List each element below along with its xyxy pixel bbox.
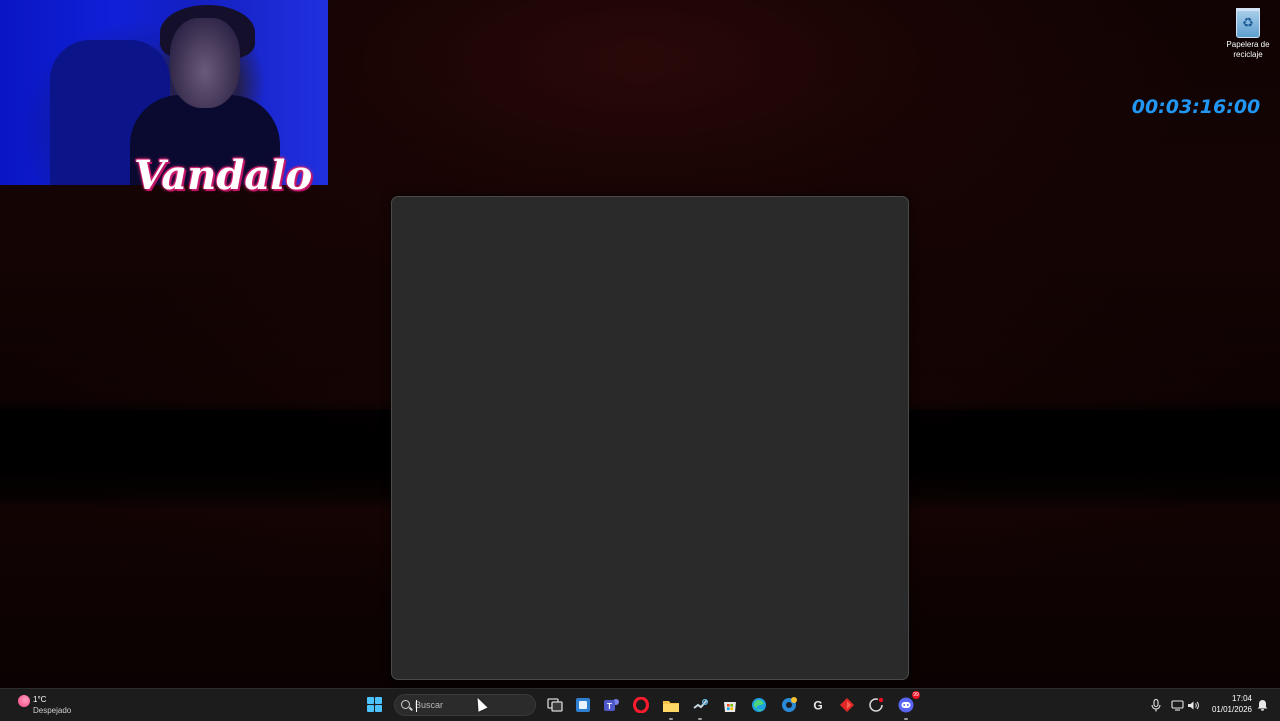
system-clock[interactable]: 17:04 01/01/2026 xyxy=(1204,693,1252,715)
widgets-button[interactable] xyxy=(572,694,594,716)
start-menu-panel xyxy=(391,196,909,680)
steam-button[interactable] xyxy=(689,694,711,720)
weather-condition: Despejado xyxy=(33,706,72,715)
volume-icon[interactable] xyxy=(1186,698,1200,712)
task-view-icon xyxy=(547,698,563,712)
teams-icon: T xyxy=(604,699,619,711)
recycle-bin-shortcut[interactable]: Papelera de reciclaje xyxy=(1222,4,1274,60)
diamond-app-button[interactable] xyxy=(836,694,858,716)
recycle-bin-label-line1: Papelera de xyxy=(1226,40,1270,49)
store-icon xyxy=(724,702,736,712)
file-explorer-button[interactable] xyxy=(660,694,682,720)
recycle-bin-icon xyxy=(1236,8,1260,38)
svg-text:T: T xyxy=(607,702,612,711)
recycle-bin-label-line2: reciclaje xyxy=(1233,50,1263,59)
start-button[interactable] xyxy=(364,694,386,716)
svg-text:G: G xyxy=(813,699,822,713)
edge-beta-icon xyxy=(782,697,797,712)
discord-button[interactable]: 99 xyxy=(895,691,920,720)
diamond-app-icon xyxy=(840,698,854,712)
circle-app-icon xyxy=(869,697,884,712)
task-view-button[interactable] xyxy=(544,694,566,716)
microphone-icon[interactable] xyxy=(1149,698,1163,712)
taskbar-search-box[interactable] xyxy=(394,694,536,716)
g-app-button[interactable]: G xyxy=(807,694,829,716)
microsoft-store-button[interactable] xyxy=(719,694,741,716)
discord-icon xyxy=(898,697,914,713)
weather-temperature: 1°C xyxy=(33,695,47,704)
taskbar: 1°C Despejado T xyxy=(0,688,1280,721)
opera-icon xyxy=(633,697,649,713)
network-icon[interactable] xyxy=(1170,698,1184,712)
text-caret xyxy=(416,700,417,712)
webcam-person-head xyxy=(170,18,240,108)
search-input[interactable] xyxy=(415,697,525,713)
notification-badge: 99 xyxy=(912,691,920,699)
folder-icon xyxy=(663,700,679,712)
edge-beta-button[interactable] xyxy=(778,694,800,716)
widgets-icon xyxy=(576,698,590,712)
circle-app-button[interactable] xyxy=(865,694,887,716)
teams-button[interactable]: T xyxy=(601,694,623,716)
windows-logo-icon xyxy=(367,697,383,713)
search-icon xyxy=(401,700,410,709)
sun-icon xyxy=(18,695,30,707)
notifications-icon[interactable] xyxy=(1255,698,1269,712)
clock-time: 17:04 xyxy=(1231,694,1252,703)
stream-timer: 00:03:16:00 xyxy=(1131,96,1261,118)
opera-button[interactable] xyxy=(630,694,652,716)
edge-icon xyxy=(752,698,766,712)
streamer-name: Vandalo xyxy=(134,152,313,199)
steam-icon xyxy=(693,699,708,709)
clock-date: 01/01/2026 xyxy=(1211,705,1252,714)
g-app-icon: G xyxy=(813,699,822,713)
edge-button[interactable] xyxy=(748,694,770,716)
